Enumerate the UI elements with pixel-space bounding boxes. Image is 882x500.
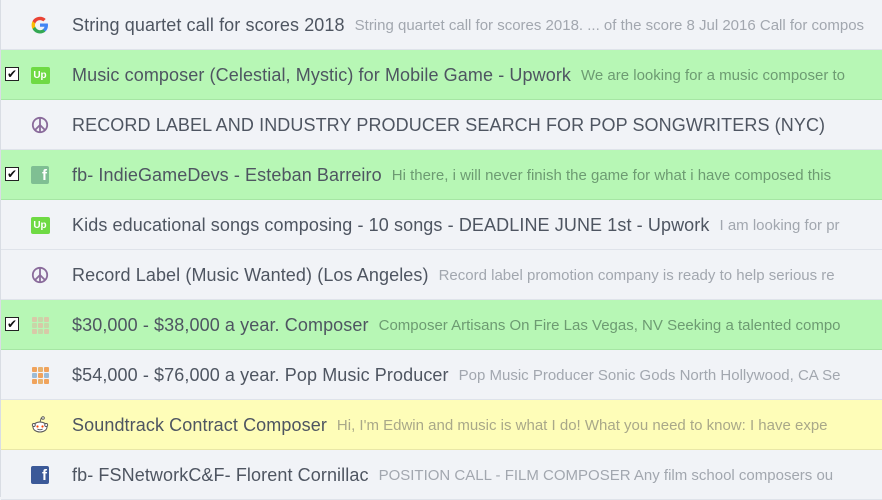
list-item[interactable]: String quartet call for scores 2018 Stri… <box>1 0 882 50</box>
list-item[interactable]: ✔ $30,000 - $38,000 a year. Composer Com… <box>1 300 882 350</box>
reddit-icon <box>30 415 50 435</box>
peace-icon <box>30 265 50 285</box>
message-subject: fb- FSNetworkC&F- Florent Cornillac <box>72 464 369 485</box>
upwork-icon: Up <box>30 215 50 235</box>
message-subject: Record Label (Music Wanted) (Los Angeles… <box>72 264 429 285</box>
list-item[interactable]: Record Label (Music Wanted) (Los Angeles… <box>1 250 882 300</box>
message-subject: $30,000 - $38,000 a year. Composer <box>72 314 369 335</box>
message-subject: Soundtrack Contract Composer <box>72 414 327 435</box>
message-preview: Pop Music Producer Sonic Gods North Holl… <box>458 366 841 384</box>
message-subject: $54,000 - $76,000 a year. Pop Music Prod… <box>72 364 449 385</box>
facebook-icon: f <box>30 165 50 185</box>
grid-icon <box>30 365 50 385</box>
list-item[interactable]: $54,000 - $76,000 a year. Pop Music Prod… <box>1 350 882 400</box>
message-preview: Hi, I'm Edwin and music is what I do! Wh… <box>336 416 828 434</box>
peace-icon <box>30 115 50 135</box>
row-checkbox[interactable]: ✔ <box>5 167 19 181</box>
list-item[interactable]: Up Kids educational songs composing - 10… <box>1 200 882 250</box>
message-preview: POSITION CALL - FILM COMPOSER Any film s… <box>378 466 834 484</box>
list-item[interactable]: ✔ Up Music composer (Celestial, Mystic) … <box>1 50 882 100</box>
message-preview: Record label promotion company is ready … <box>438 266 835 284</box>
message-preview: Composer Artisans On Fire Las Vegas, NV … <box>378 316 841 334</box>
row-checkbox[interactable]: ✔ <box>5 67 19 81</box>
message-list: String quartet call for scores 2018 Stri… <box>0 0 882 500</box>
google-icon <box>30 15 50 35</box>
list-item[interactable]: ✔ f fb- IndieGameDevs - Esteban Barreiro… <box>1 150 882 200</box>
row-checkbox[interactable]: ✔ <box>5 317 19 331</box>
message-subject: RECORD LABEL AND INDUSTRY PRODUCER SEARC… <box>72 114 826 135</box>
list-item[interactable]: RECORD LABEL AND INDUSTRY PRODUCER SEARC… <box>1 100 882 150</box>
upwork-icon: Up <box>30 65 50 85</box>
message-preview: We are looking for a music composer to <box>581 66 846 84</box>
message-preview: I am looking for pr <box>719 216 840 234</box>
facebook-icon: f <box>30 465 50 485</box>
message-subject: String quartet call for scores 2018 <box>72 14 345 35</box>
grid-icon <box>30 315 50 335</box>
message-subject: fb- IndieGameDevs - Esteban Barreiro <box>72 164 382 185</box>
list-item[interactable]: f fb- FSNetworkC&F- Florent Cornillac PO… <box>1 450 882 500</box>
message-subject: Kids educational songs composing - 10 so… <box>72 214 710 235</box>
list-item[interactable]: Soundtrack Contract Composer Hi, I'm Edw… <box>1 400 882 450</box>
message-preview: Hi there, i will never finish the game f… <box>391 166 832 184</box>
message-subject: Music composer (Celestial, Mystic) for M… <box>72 64 572 85</box>
message-preview: String quartet call for scores 2018. ...… <box>354 16 865 34</box>
